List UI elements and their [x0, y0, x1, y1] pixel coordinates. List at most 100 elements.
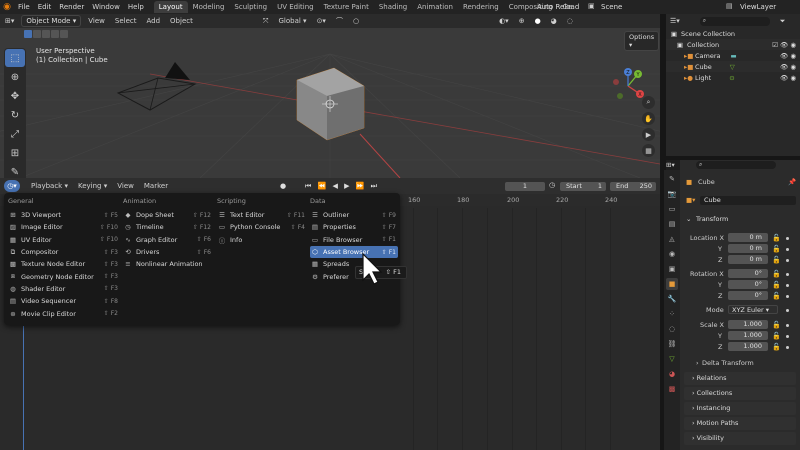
select-invert-icon[interactable]	[51, 30, 59, 38]
clock-icon[interactable]: ◷	[549, 181, 555, 189]
transform-orientation-dropdown[interactable]: Global ▾	[273, 17, 311, 25]
3d-viewport[interactable]: ⊞▾ Object Mode ▾ View Select Add Object …	[0, 14, 660, 178]
menu-item-3d-viewport[interactable]: ⊞ 3D Viewport ⇧ F5	[8, 209, 120, 221]
outliner-editor-icon[interactable]: ☰▾	[670, 17, 680, 25]
menu-object[interactable]: Object	[165, 17, 198, 25]
menu-item-video-sequencer[interactable]: ▤ Video Sequencer ⇧ F8	[8, 295, 120, 307]
visibility-eye-icon[interactable]: 👁 ◉	[780, 52, 796, 60]
output-tab-icon[interactable]: ▭	[666, 203, 678, 215]
location-x-field[interactable]: 0 m	[728, 233, 768, 242]
cube-object[interactable]	[292, 66, 372, 146]
menu-item-texture-node-editor[interactable]: ▩ Texture Node Editor ⇧ F3	[8, 258, 120, 270]
end-frame-field[interactable]: End 250	[610, 182, 656, 191]
keyframe-dot[interactable]	[786, 259, 789, 262]
transform-tool-icon[interactable]: ⊞	[5, 144, 25, 162]
world-tab-icon[interactable]: ◉	[666, 248, 678, 260]
lock-icon[interactable]: 🔓	[772, 332, 781, 340]
shading-solid-icon[interactable]: ●	[530, 17, 546, 25]
menu-playback[interactable]: Playback ▾	[26, 182, 73, 190]
menu-item-nonlinear-animation[interactable]: ≡ Nonlinear Animation	[123, 258, 213, 270]
proportional-icon[interactable]: ○	[348, 17, 364, 25]
cursor-tool-icon[interactable]: ⊕	[5, 68, 25, 86]
keyframe-dot[interactable]	[786, 248, 789, 251]
scene-icon[interactable]: ▣	[588, 2, 595, 10]
overlays-icon[interactable]: ◐▾	[494, 17, 514, 25]
current-frame-field[interactable]: 1	[505, 182, 545, 191]
tab-layout[interactable]: Layout	[153, 1, 188, 13]
outliner-row-collection[interactable]: ▣ Collection ☑ 👁 ◉	[666, 39, 800, 50]
menu-help[interactable]: Help	[124, 3, 148, 11]
rotation-mode-dropdown[interactable]: XYZ Euler ▾	[728, 305, 778, 314]
editor-type-icon[interactable]: ⊞▾	[0, 17, 19, 25]
menu-item-python-console[interactable]: ▭ Python Console ⇧ F4	[217, 221, 307, 233]
tab-texture-paint[interactable]: Texture Paint	[319, 1, 374, 13]
select-box-mode-icon[interactable]	[24, 30, 32, 38]
section-collections[interactable]: › Collections	[684, 387, 796, 400]
keyframe-dot[interactable]	[786, 309, 789, 312]
props-editor-icon[interactable]: ⊞▾	[666, 161, 675, 169]
menu-select[interactable]: Select	[110, 17, 142, 25]
outliner-row-scene-collection[interactable]: ▣ Scene Collection	[666, 28, 800, 39]
menu-render[interactable]: Render	[55, 3, 88, 11]
move-tool-icon[interactable]: ✥	[5, 87, 25, 105]
lock-icon[interactable]: 🔓	[772, 321, 781, 329]
data-tab-icon[interactable]: ▽	[666, 353, 678, 365]
menu-item-text-editor[interactable]: ☰ Text Editor ⇧ F11	[217, 209, 307, 221]
scale-x-field[interactable]: 1.000	[728, 320, 768, 329]
filter-icon[interactable]: ⏷	[780, 17, 786, 26]
shading-rendered-icon[interactable]: ◌	[562, 17, 578, 25]
zoom-icon[interactable]: ⌕	[642, 96, 655, 109]
menu-item-timeline[interactable]: ◷ Timeline ⇧ F12	[123, 221, 213, 233]
select-tool-icon[interactable]: ⬚	[5, 49, 25, 67]
menu-window[interactable]: Window	[88, 3, 124, 11]
menu-keying[interactable]: Keying ▾	[73, 182, 112, 190]
menu-item-dope-sheet[interactable]: ◆ Dope Sheet ⇧ F12	[123, 209, 213, 221]
pin-icon[interactable]: 📌	[788, 178, 796, 186]
tool-tab-icon[interactable]: ✎	[666, 173, 678, 185]
keyframe-dot[interactable]	[786, 335, 789, 338]
scale-y-field[interactable]: 1.000	[728, 331, 768, 340]
menu-item-shader-editor[interactable]: ◍ Shader Editor ⇧ F3	[8, 283, 120, 295]
lock-icon[interactable]: 🔓	[772, 270, 781, 278]
checkbox-icon[interactable]: ☑ 👁 ◉	[772, 41, 796, 49]
view-layer-tab-icon[interactable]: ▤	[666, 218, 678, 230]
playhead-line[interactable]	[23, 326, 24, 450]
section-visibility[interactable]: › Visibility	[684, 432, 796, 445]
select-intersect-icon[interactable]	[60, 30, 68, 38]
blender-logo-icon[interactable]: ◉	[0, 2, 14, 12]
rotation-z-field[interactable]: 0°	[728, 291, 768, 300]
tab-uv-editing[interactable]: UV Editing	[272, 1, 319, 13]
shading-wire-icon[interactable]: ⊕	[514, 17, 530, 25]
menu-item-outliner[interactable]: ☰ Outliner ⇧ F9	[310, 209, 398, 221]
keyframe-dot[interactable]	[786, 284, 789, 287]
visibility-eye-icon[interactable]: 👁 ◉	[780, 74, 796, 82]
pivot-icon[interactable]: ⊙▾	[312, 17, 331, 25]
lock-icon[interactable]: 🔓	[772, 281, 781, 289]
lock-icon[interactable]: 🔓	[772, 343, 781, 351]
object-name-field[interactable]: Cube	[700, 196, 796, 205]
visibility-eye-icon[interactable]: 👁 ◉	[780, 63, 796, 71]
outliner-search-input[interactable]: ⌕	[699, 16, 770, 26]
view-layer-icon[interactable]: ▤	[726, 2, 733, 10]
keyframe-dot[interactable]	[786, 295, 789, 298]
scale-tool-icon[interactable]: ⤢	[5, 125, 25, 143]
physics-tab-icon[interactable]: ◌	[666, 323, 678, 335]
transform-orientation-icon[interactable]: ⤧	[258, 17, 274, 26]
options-dropdown[interactable]: Options ▾	[624, 31, 660, 51]
outliner-row-light[interactable]: ▸● Light ⊙ 👁 ◉	[666, 72, 800, 83]
outliner-row-cube[interactable]: ▸■ Cube ▽ 👁 ◉	[666, 61, 800, 72]
tab-shading[interactable]: Shading	[374, 1, 412, 13]
tab-sculpting[interactable]: Sculpting	[229, 1, 272, 13]
menu-item-compositor[interactable]: ⧉ Compositor ⇧ F3	[8, 246, 120, 258]
texture-tab-icon[interactable]: ▩	[666, 383, 678, 395]
tab-animation[interactable]: Animation	[412, 1, 458, 13]
scene-tab-icon[interactable]: ◬	[666, 233, 678, 245]
section-relations[interactable]: › Relations	[684, 372, 796, 385]
start-frame-field[interactable]: Start 1	[560, 182, 606, 191]
modifier-tab-icon[interactable]: 🔧	[666, 293, 678, 305]
shading-material-icon[interactable]: ◕	[546, 17, 562, 25]
menu-marker[interactable]: Marker	[139, 182, 173, 190]
pan-hand-icon[interactable]: ✋	[642, 112, 655, 125]
section-motion-paths[interactable]: › Motion Paths	[684, 417, 796, 430]
rotation-x-field[interactable]: 0°	[728, 269, 768, 278]
